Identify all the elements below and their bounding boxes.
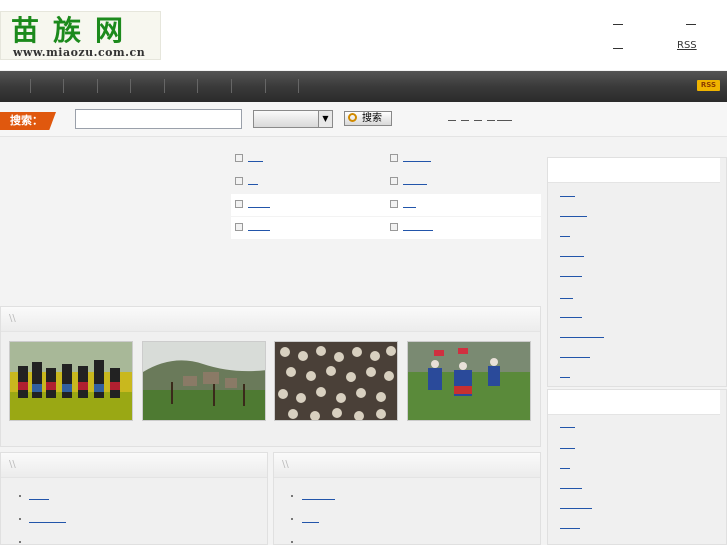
square-bullet-icon <box>390 177 398 185</box>
sidebar-link[interactable] <box>560 468 570 469</box>
news-link[interactable] <box>248 207 270 208</box>
photo-festival-crowd[interactable] <box>274 341 398 421</box>
photo-dance-performance[interactable] <box>407 341 531 421</box>
sidebar-link[interactable] <box>560 276 582 277</box>
nav-separator <box>197 79 198 93</box>
list-bullet <box>19 541 21 543</box>
news-row <box>231 148 541 170</box>
sidebar-link[interactable] <box>560 427 575 428</box>
news-link[interactable] <box>403 230 433 231</box>
photo-flower-field-dancers[interactable] <box>9 341 133 421</box>
panel-header-decoration: \\ <box>282 459 289 470</box>
sidebar-link[interactable] <box>560 337 604 338</box>
photo-flower-field-dancers-image <box>10 342 132 420</box>
nav-separator <box>231 79 232 93</box>
news-link[interactable] <box>403 184 427 185</box>
list-panel-left-header: \\ <box>1 453 267 478</box>
news-row <box>231 217 541 239</box>
nav-separator <box>130 79 131 93</box>
main-nav <box>0 71 727 102</box>
search-icon <box>348 113 357 122</box>
dropdown-arrow-icon[interactable]: ▼ <box>318 111 332 127</box>
photo-panel-header: \\ <box>1 307 540 332</box>
news-row <box>231 194 541 216</box>
sidebar-link[interactable] <box>560 256 584 257</box>
square-bullet-icon <box>390 154 398 162</box>
sidebar-link[interactable] <box>560 508 592 509</box>
sidebar-panel-bottom <box>547 389 727 545</box>
site-header: 苗族网 www.miaozu.com.cn RSS <box>0 0 727 70</box>
list-panel-right-header: \\ <box>274 453 540 478</box>
square-bullet-icon <box>390 223 398 231</box>
list-item-link[interactable] <box>29 522 66 523</box>
list-item-link[interactable] <box>29 499 49 500</box>
nav-separator <box>30 79 31 93</box>
search-bar: 搜索： ▼ 搜索 <box>0 102 727 137</box>
news-link[interactable] <box>403 207 416 208</box>
photo-village-landscape[interactable] <box>142 341 266 421</box>
site-logo[interactable]: 苗族网 www.miaozu.com.cn <box>0 11 161 60</box>
search-button-label: 搜索 <box>362 113 382 124</box>
list-bullet <box>291 495 293 497</box>
square-bullet-icon <box>235 154 243 162</box>
sidebar-panel-top-header <box>548 158 720 183</box>
news-link[interactable] <box>248 184 258 185</box>
list-bullet <box>291 541 293 543</box>
photo-festival-crowd-image <box>275 342 397 420</box>
sidebar-link[interactable] <box>560 317 582 318</box>
hot-keyword-link[interactable] <box>487 120 495 121</box>
news-link[interactable] <box>248 230 270 231</box>
square-bullet-icon <box>235 223 243 231</box>
sidebar-link[interactable] <box>560 377 570 378</box>
panel-header-decoration: \\ <box>9 459 16 470</box>
sidebar-panel-top <box>547 157 727 387</box>
photo-dance-performance-image <box>408 342 530 420</box>
news-link[interactable] <box>248 161 263 162</box>
hot-keyword-link[interactable] <box>474 120 482 121</box>
photo-village-landscape-image <box>143 342 265 420</box>
nav-separator <box>265 79 266 93</box>
top-link-2[interactable] <box>686 22 696 25</box>
logo-chinese-title: 苗族网 <box>11 14 138 47</box>
rss-link[interactable]: RSS <box>677 40 697 51</box>
nav-separator <box>164 79 165 93</box>
sidebar-link[interactable] <box>560 357 590 358</box>
top-link-3[interactable] <box>613 46 623 49</box>
nav-separator <box>63 79 64 93</box>
rss-feed-icon[interactable]: RSS <box>697 80 720 91</box>
hot-keyword-link[interactable] <box>461 120 469 121</box>
news-link[interactable] <box>403 161 431 162</box>
sidebar-link[interactable] <box>560 448 575 449</box>
list-bullet <box>19 495 21 497</box>
sidebar-link[interactable] <box>560 236 570 237</box>
list-item-link[interactable] <box>302 522 319 523</box>
nav-separator <box>298 79 299 93</box>
square-bullet-icon <box>235 200 243 208</box>
search-category-select[interactable]: ▼ <box>253 110 333 128</box>
sidebar-panel-bottom-header <box>548 390 720 415</box>
hot-keyword-link[interactable] <box>448 120 456 121</box>
hot-keyword-link[interactable] <box>497 120 512 121</box>
list-item-link[interactable] <box>302 499 335 500</box>
nav-separator <box>97 79 98 93</box>
top-link-1[interactable] <box>613 22 623 25</box>
panel-header-decoration: \\ <box>9 313 16 324</box>
search-input[interactable] <box>75 109 242 129</box>
search-button[interactable]: 搜索 <box>344 111 392 126</box>
sidebar-link[interactable] <box>560 216 587 217</box>
list-bullet <box>291 518 293 520</box>
sidebar-link[interactable] <box>560 528 580 529</box>
square-bullet-icon <box>235 177 243 185</box>
sidebar-link[interactable] <box>560 196 575 197</box>
search-label: 搜索： <box>0 112 56 130</box>
news-row <box>231 171 541 193</box>
sidebar-link[interactable] <box>560 488 582 489</box>
sidebar-link[interactable] <box>560 298 573 299</box>
logo-url-text: www.miaozu.com.cn <box>13 46 146 59</box>
list-bullet <box>19 518 21 520</box>
square-bullet-icon <box>390 200 398 208</box>
